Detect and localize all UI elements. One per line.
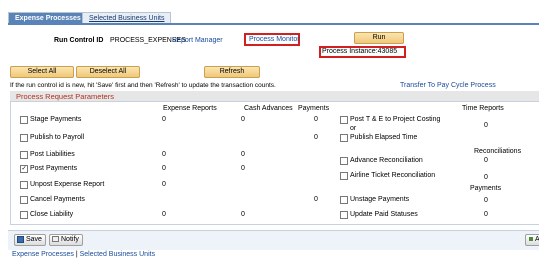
- stage-payments-payments: 0: [314, 116, 318, 123]
- publish-payroll-label: Publish to Payroll: [30, 134, 85, 141]
- panel-title: Process Request Parameters: [10, 91, 539, 102]
- airline-recon-label: Airline Ticket Reconciliation: [350, 172, 436, 179]
- save-icon: [17, 235, 24, 243]
- header-expense-reports: Expense Reports: [163, 105, 217, 112]
- advance-recon-checkbox[interactable]: [340, 157, 348, 165]
- notify-icon: [52, 236, 59, 243]
- post-te-label-or: or: [350, 125, 357, 132]
- close-liability-expense: 0: [162, 211, 166, 218]
- unpost-expense-label: Unpost Expense Report: [30, 181, 105, 188]
- edge-button[interactable]: A: [525, 234, 539, 246]
- header-cash-advances: Cash Advances: [244, 105, 293, 112]
- footer-link-expense-processes[interactable]: Expense Processes: [12, 251, 74, 258]
- cancel-payments-checkbox[interactable]: [20, 196, 28, 204]
- select-all-button[interactable]: Select All: [10, 66, 74, 78]
- notify-label: Notify: [61, 236, 79, 243]
- run-button[interactable]: Run: [354, 32, 404, 44]
- publish-elapsed-label: Publish Elapsed Time: [350, 134, 418, 141]
- airline-recon-checkbox[interactable]: [340, 172, 348, 180]
- process-monitor-link[interactable]: Process Monitor: [249, 36, 300, 43]
- unstage-payments-label: Unstage Payments: [350, 196, 410, 203]
- post-payments-label: Post Payments: [30, 165, 78, 172]
- bottom-toolbar: [8, 230, 539, 250]
- close-liability-label: Close Liability: [30, 211, 74, 218]
- post-liabilities-checkbox[interactable]: [20, 151, 28, 159]
- post-te-value: 0: [484, 122, 488, 129]
- close-liability-checkbox[interactable]: [20, 211, 28, 219]
- post-te-checkbox[interactable]: [340, 116, 348, 124]
- header-payments-right: Payments: [470, 185, 502, 192]
- post-payments-cash: 0: [241, 165, 245, 172]
- post-te-label: Post T & E to Project Costing: [350, 116, 441, 123]
- advance-recon-value: 0: [484, 157, 488, 164]
- save-button[interactable]: Save: [14, 234, 46, 246]
- deselect-all-button[interactable]: Deselect All: [76, 66, 140, 78]
- stage-payments-checkbox[interactable]: [20, 116, 28, 124]
- header-payments: Payments: [298, 105, 330, 112]
- cancel-payments-label: Cancel Payments: [30, 196, 85, 203]
- publish-payroll-checkbox[interactable]: [20, 134, 28, 142]
- stage-payments-cash: 0: [241, 116, 245, 123]
- close-liability-cash: 0: [241, 211, 245, 218]
- unstage-payments-checkbox[interactable]: [340, 196, 348, 204]
- process-instance-text: Process Instance:43085: [322, 48, 398, 55]
- header-time-reports: Time Reports: [462, 105, 504, 112]
- run-control-label: Run Control ID: [54, 37, 104, 44]
- save-label: Save: [26, 236, 42, 243]
- unstage-payments-value: 0: [484, 197, 488, 204]
- post-liabilities-cash: 0: [241, 151, 245, 158]
- report-manager-link[interactable]: Report Manager: [172, 37, 223, 44]
- publish-elapsed-checkbox[interactable]: [340, 134, 348, 142]
- tab-underline: [8, 23, 539, 25]
- transfer-pay-cycle-link[interactable]: Transfer To Pay Cycle Process: [400, 82, 496, 89]
- add-icon: [529, 237, 533, 242]
- publish-payroll-payments: 0: [314, 134, 318, 141]
- advance-recon-label: Advance Reconciliation: [350, 157, 423, 164]
- update-paid-checkbox[interactable]: [340, 211, 348, 219]
- post-payments-checkbox[interactable]: ✓: [20, 165, 28, 173]
- update-paid-label: Update Paid Statuses: [350, 211, 418, 218]
- unpost-expense-checkbox[interactable]: [20, 181, 28, 189]
- update-paid-value: 0: [484, 211, 488, 218]
- stage-payments-label: Stage Payments: [30, 116, 82, 123]
- notify-button[interactable]: Notify: [49, 234, 83, 246]
- edge-label: A: [535, 236, 539, 243]
- post-liabilities-label: Post Liabilities: [30, 151, 75, 158]
- footer-links: Expense Processes | Selected Business Un…: [12, 251, 155, 258]
- stage-payments-expense: 0: [162, 116, 166, 123]
- airline-recon-value: 0: [484, 174, 488, 181]
- header-reconciliations: Reconciliations: [474, 148, 522, 155]
- refresh-button[interactable]: Refresh: [204, 66, 260, 78]
- post-payments-expense: 0: [162, 165, 166, 172]
- unpost-expense-expense: 0: [162, 181, 166, 188]
- info-text: If the run control id is new, hit 'Save'…: [10, 82, 276, 89]
- footer-link-selected-business-units[interactable]: Selected Business Units: [80, 251, 155, 258]
- cancel-payments-payments: 0: [314, 196, 318, 203]
- post-liabilities-expense: 0: [162, 151, 166, 158]
